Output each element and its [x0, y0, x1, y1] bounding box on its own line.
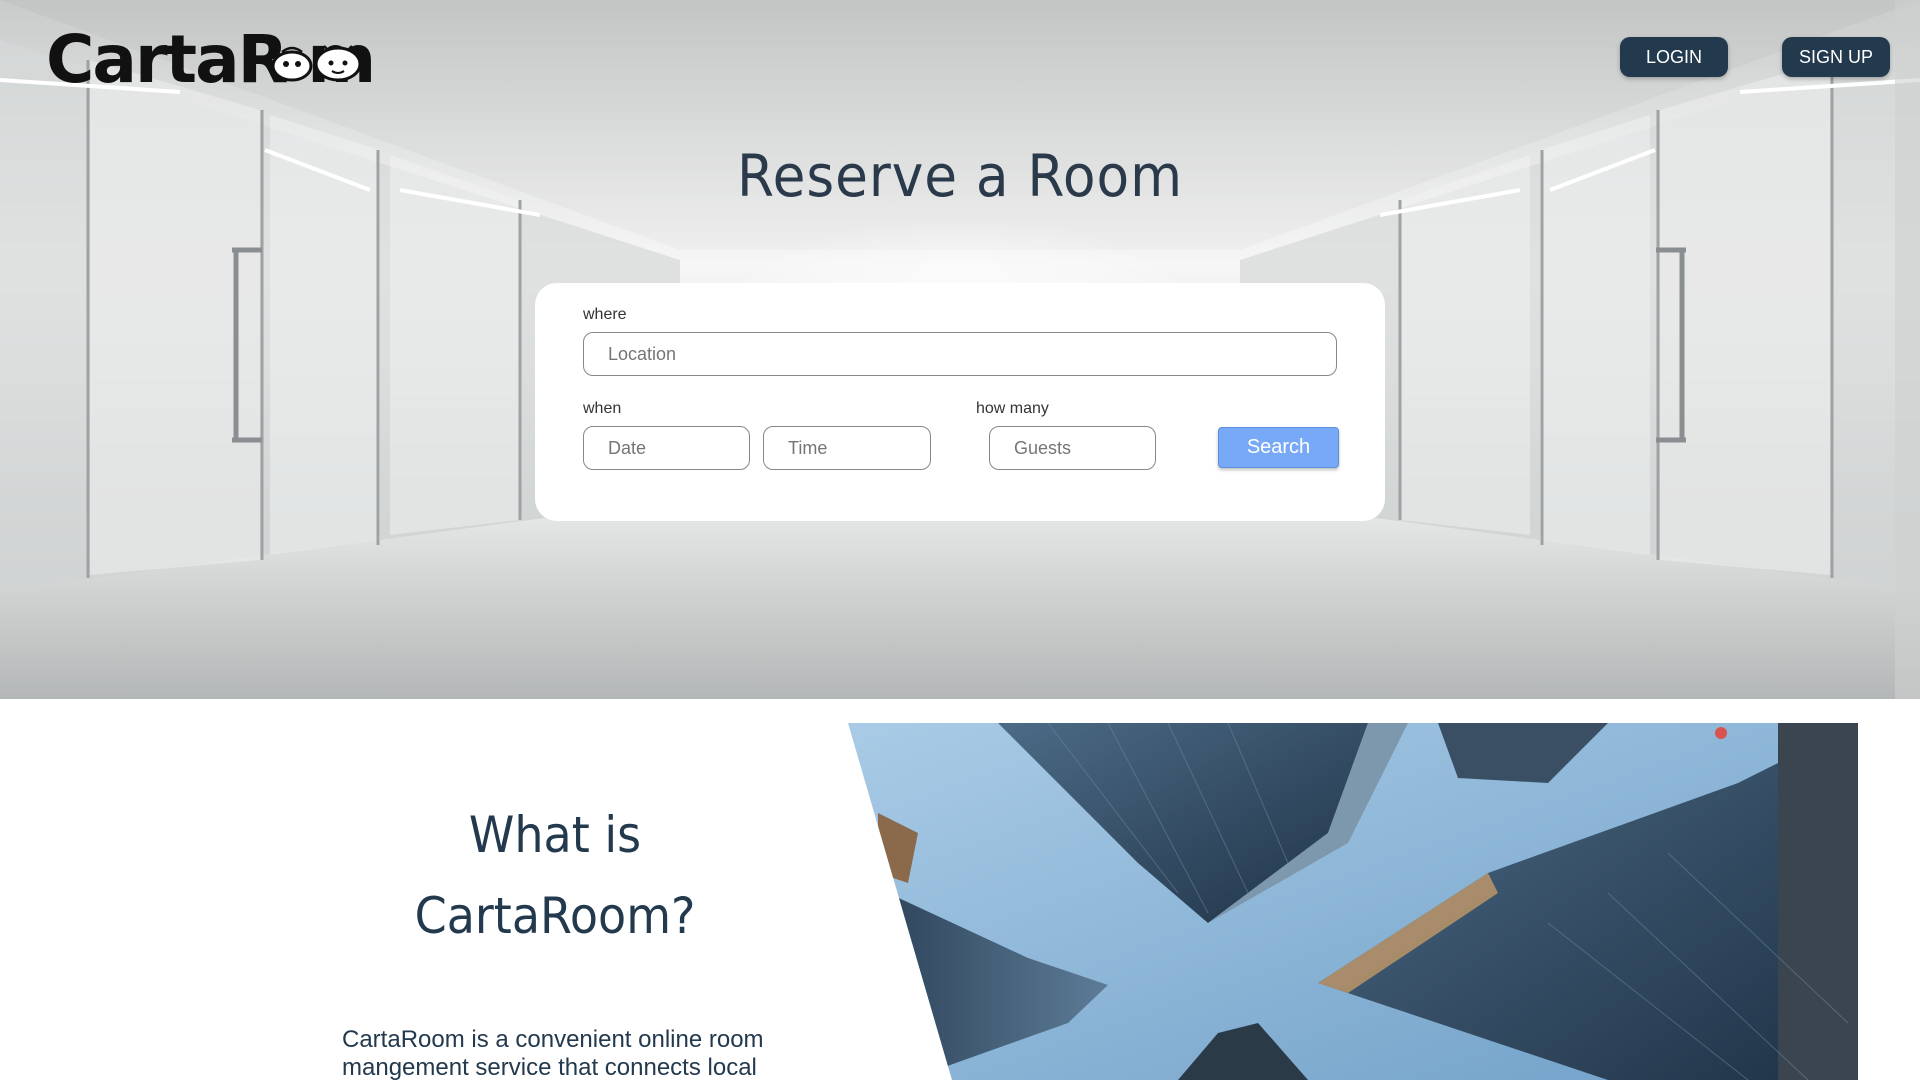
about-description: CartaRoom is a convenient online room ma…: [342, 1026, 764, 1081]
date-input[interactable]: [583, 426, 750, 470]
how-many-label: how many: [976, 400, 1049, 417]
search-card: where when how many Search: [535, 283, 1385, 521]
hero-section: CartaR m LOGIN SIGN UP Reserve a Room wh…: [0, 0, 1920, 699]
skyscrapers-photo: [848, 723, 1858, 1080]
where-label: where: [583, 306, 627, 323]
cartoon-faces-icon: [271, 45, 362, 82]
login-button[interactable]: LOGIN: [1620, 37, 1728, 77]
location-input[interactable]: [583, 332, 1337, 376]
about-title-line1: What is: [468, 806, 642, 864]
when-label: when: [583, 400, 622, 417]
about-title: What is CartaRoom?: [325, 795, 785, 957]
signup-button[interactable]: SIGN UP: [1782, 37, 1890, 77]
about-title-line2: CartaRoom?: [414, 887, 696, 945]
time-input[interactable]: [763, 426, 931, 470]
search-button[interactable]: Search: [1218, 427, 1339, 468]
brand-logo[interactable]: CartaR m: [46, 22, 376, 98]
page-title: Reserve a Room: [737, 142, 1183, 210]
guests-input[interactable]: [989, 426, 1156, 470]
